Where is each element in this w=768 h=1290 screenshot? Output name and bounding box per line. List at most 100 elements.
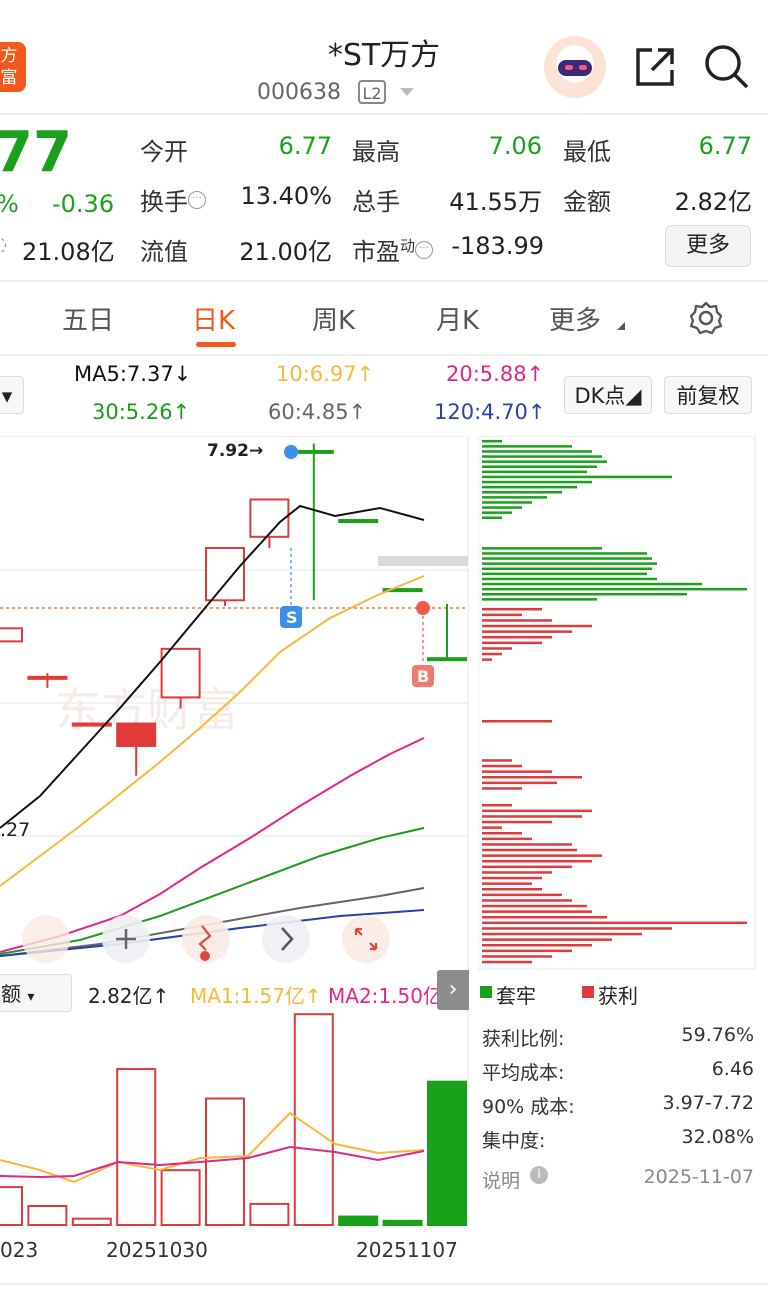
chip-bar-profit xyxy=(482,658,492,661)
candle-body xyxy=(160,647,201,699)
date-label-right: 20251107 xyxy=(356,1238,458,1262)
chip-bar-trapped xyxy=(482,455,602,458)
price-tag xyxy=(378,556,468,566)
chip-bar-profit xyxy=(482,848,577,852)
chip-bar-trapped xyxy=(482,598,597,601)
candle-body xyxy=(27,675,68,680)
chip-bar-trapped xyxy=(482,572,647,576)
chip-bar-profit xyxy=(482,888,542,891)
chevron-down-icon[interactable] xyxy=(400,88,414,96)
date-label-mid: 20251030 xyxy=(106,1238,208,1262)
profit-legend-label: 获利 xyxy=(598,984,638,1008)
chip-bar-profit xyxy=(482,641,542,645)
tool-button[interactable] xyxy=(22,915,70,963)
chip-bar-profit xyxy=(482,787,522,790)
change-percent: % xyxy=(0,190,19,218)
chip-bar-profit xyxy=(482,938,612,941)
expand-legend-button[interactable]: › xyxy=(437,970,469,1010)
candle-body xyxy=(338,519,379,524)
float-cap-label: 流值 xyxy=(140,238,188,266)
turnover-label: 换手 ··· xyxy=(140,182,206,217)
volume-value: 41.55万 xyxy=(449,188,542,216)
info-icon[interactable]: i xyxy=(530,1166,548,1184)
chip-bar-trapped xyxy=(482,593,687,596)
high-price-label: 7.92→ xyxy=(207,441,263,461)
chip-bar-profit xyxy=(482,720,552,723)
gear-icon[interactable] xyxy=(688,300,724,336)
adjust-forward-button[interactable]: 前复权 xyxy=(664,376,752,414)
indicator-selector[interactable]: ▾ xyxy=(0,376,24,414)
stock-code: 000638 xyxy=(257,80,341,105)
cost90-label: 90% 成本: xyxy=(482,1096,575,1118)
volume-bar xyxy=(338,1215,379,1227)
ma20-value: 20:5.88↑ xyxy=(446,362,545,386)
note-label[interactable]: 说明 xyxy=(482,1166,520,1193)
share-icon[interactable] xyxy=(632,44,678,90)
search-icon[interactable] xyxy=(702,42,750,90)
concentration-label: 集中度: xyxy=(482,1130,546,1152)
fullscreen-button[interactable] xyxy=(342,915,390,963)
next-button[interactable] xyxy=(262,915,310,963)
chip-bar-profit xyxy=(482,876,542,880)
assistant-avatar[interactable] xyxy=(544,36,606,98)
chip-bar-trapped xyxy=(482,547,602,550)
avg-cost-label: 平均成本: xyxy=(482,1062,565,1084)
chip-bar-profit xyxy=(482,652,502,656)
quote-divider xyxy=(0,280,768,282)
tab-five-day[interactable]: 五日 xyxy=(62,300,114,337)
pe-value: -183.99 xyxy=(451,232,544,260)
ma60-value: 60:4.85↑ xyxy=(268,400,367,424)
tab-more[interactable]: 更多 xyxy=(549,300,601,337)
volume-chart[interactable] xyxy=(0,1010,470,1230)
chip-bar-profit xyxy=(482,893,562,897)
chip-bar-trapped xyxy=(482,485,577,489)
trapped-legend-swatch xyxy=(480,986,492,998)
chip-date: 2025-11-07 xyxy=(643,1166,754,1188)
chip-bar-profit xyxy=(482,770,552,773)
chip-bar-profit xyxy=(482,826,502,829)
tab-weekly-k[interactable]: 周K xyxy=(312,300,355,337)
chip-bar-trapped xyxy=(482,460,607,463)
chip-bar-trapped xyxy=(482,475,672,479)
tab-daily-k[interactable]: 日K xyxy=(192,300,235,337)
profit-legend-swatch xyxy=(582,986,594,998)
cost90-value: 3.97-7.72 xyxy=(662,1092,754,1114)
volume-indicator-selector[interactable]: 额 ▾ xyxy=(0,974,72,1012)
amount-today: 2.82亿↑ xyxy=(88,984,170,1008)
volume-bar xyxy=(249,1202,290,1227)
chip-bar-trapped xyxy=(482,557,652,560)
chip-bar-profit xyxy=(482,949,572,953)
chip-bar-profit xyxy=(482,815,582,818)
dk-point-button[interactable]: DK点◢ xyxy=(564,376,652,414)
info-icon[interactable]: ··· xyxy=(415,241,434,259)
chip-bar-profit xyxy=(482,647,512,650)
tab-monthly-k[interactable]: 月K xyxy=(436,300,479,337)
chip-bar-profit xyxy=(482,865,572,869)
candle-body xyxy=(427,657,467,662)
candle-body xyxy=(116,722,157,747)
volume-bar xyxy=(0,1186,23,1226)
candle-body xyxy=(205,547,245,602)
ma120-value: 120:4.70↑ xyxy=(434,400,546,424)
market-cap: 21.08亿 xyxy=(22,238,115,266)
tabs-divider xyxy=(0,354,768,356)
bottom-divider xyxy=(0,1283,768,1285)
more-quote-button[interactable]: 更多 xyxy=(665,225,751,267)
amount-ma2: MA2:1.50亿↑ xyxy=(328,984,448,1008)
level-badge: L2 xyxy=(358,80,386,104)
chip-bar-trapped xyxy=(482,516,502,519)
high-marker xyxy=(284,445,298,459)
kline-chart[interactable]: 东方财富 7.92→ S B .27 xyxy=(0,436,470,970)
chip-bar-profit xyxy=(482,932,642,936)
volume-bar xyxy=(27,1205,68,1227)
chip-bar-profit xyxy=(482,921,747,925)
ma10-value: 10:6.97↑ xyxy=(276,362,375,386)
chip-bar-profit xyxy=(482,781,557,785)
amount-label: 金额 xyxy=(563,188,611,216)
info-icon: ◌ xyxy=(0,232,7,257)
volume-label: 总手 xyxy=(352,188,400,216)
info-icon[interactable]: ··· xyxy=(188,191,206,209)
chip-bar-trapped xyxy=(482,465,597,468)
avg-cost-value: 6.46 xyxy=(711,1058,754,1080)
chip-bar-trapped xyxy=(482,501,532,504)
